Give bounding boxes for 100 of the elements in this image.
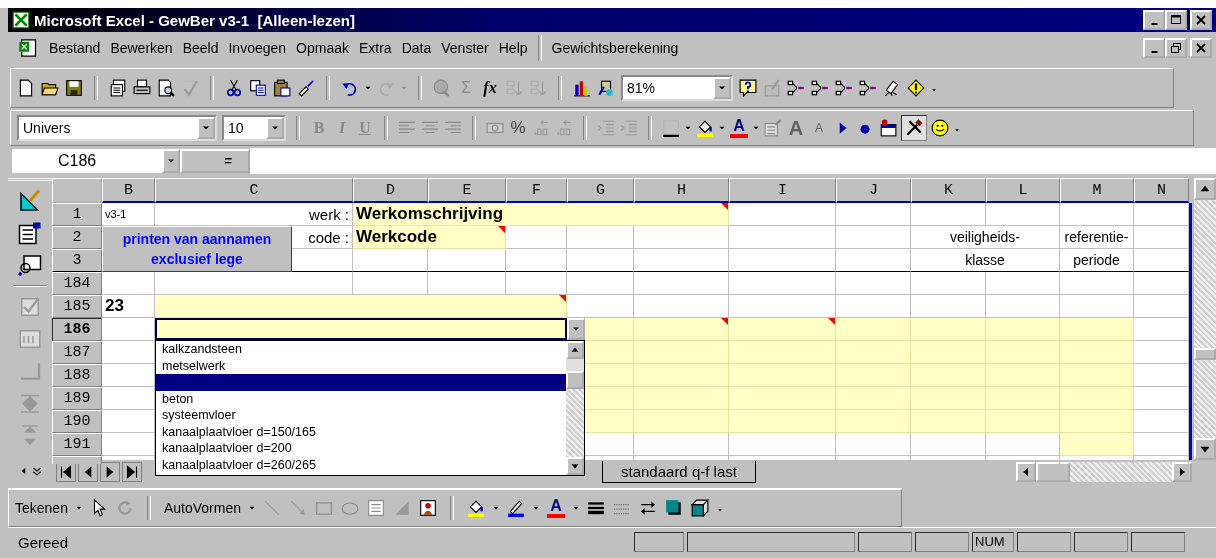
decimal-icon[interactable]	[555, 119, 573, 137]
function-button[interactable]: fx	[481, 79, 499, 97]
text-box-icon[interactable]	[367, 499, 385, 517]
input-cell[interactable]	[986, 341, 1060, 364]
smiley-icon[interactable]	[931, 119, 949, 137]
input-cell[interactable]	[836, 318, 911, 341]
row-header[interactable]: 189	[52, 387, 102, 410]
trace-icon[interactable]	[859, 79, 877, 97]
scroll-down-button[interactable]	[566, 457, 584, 475]
close-button[interactable]	[1190, 38, 1212, 58]
row-header[interactable]: 1	[52, 203, 102, 226]
menu-item[interactable]: Opmaak	[291, 40, 354, 56]
input-cell[interactable]: Werkcode	[353, 226, 506, 249]
row-header[interactable]: 185	[52, 295, 102, 318]
menu-item[interactable]: Bewerken	[105, 40, 178, 56]
input-cell[interactable]	[729, 318, 836, 341]
rotate-icon[interactable]	[115, 499, 134, 517]
list-option[interactable]: beton	[156, 390, 566, 407]
list-option[interactable]: metselwerk	[156, 357, 566, 374]
list-option[interactable]: kanaalplaatvloer d=150/165	[156, 423, 566, 440]
row-header[interactable]: 188	[52, 364, 102, 387]
menu-item[interactable]: Beeld	[177, 40, 224, 56]
select-all-button[interactable]	[52, 178, 102, 203]
input-cell[interactable]	[634, 410, 729, 433]
column-header[interactable]: L	[986, 178, 1060, 203]
clip-art-icon[interactable]	[419, 499, 437, 517]
line-style-icon[interactable]	[587, 499, 605, 517]
eraser-icon[interactable]	[883, 79, 901, 97]
input-cell[interactable]	[1060, 364, 1134, 387]
line-icon[interactable]	[263, 499, 281, 517]
print-preview-icon[interactable]	[157, 79, 175, 97]
border-icon[interactable]	[662, 119, 680, 137]
arrow-icon[interactable]	[289, 499, 307, 517]
scroll-right-button[interactable]	[1172, 462, 1192, 482]
rectangle-icon[interactable]	[315, 499, 333, 517]
paste-icon[interactable]	[273, 79, 291, 97]
input-cell[interactable]	[729, 364, 836, 387]
arrow-style-icon[interactable]	[639, 499, 657, 517]
shadow-icon[interactable]	[665, 499, 683, 517]
print-icon[interactable]	[133, 79, 151, 97]
row-header[interactable]: 191	[52, 433, 102, 456]
input-cell[interactable]	[1060, 387, 1134, 410]
menu-item[interactable]: Bestand	[44, 40, 106, 56]
sheet-tab[interactable]: standaard q-f last	[602, 461, 756, 483]
workbook-icon[interactable]	[18, 38, 38, 58]
chart-wizard-icon[interactable]	[763, 79, 781, 97]
help-icon[interactable]	[739, 79, 757, 97]
input-cell[interactable]	[1060, 410, 1134, 433]
menu-item[interactable]: Gewichtsberekening	[546, 40, 684, 56]
dropdown-button[interactable]	[567, 318, 585, 340]
bar-chart-icon[interactable]	[573, 79, 591, 97]
list-option[interactable]: kanaalplaatvloer d=200	[156, 440, 566, 457]
row-header[interactable]: 186	[52, 318, 102, 341]
name-box[interactable]: C186	[12, 149, 180, 173]
scroll-up-button[interactable]	[1194, 178, 1216, 200]
input-cell[interactable]	[1060, 318, 1134, 341]
menu-item[interactable]: Data	[396, 40, 437, 56]
row-header[interactable]: 184	[52, 272, 102, 295]
first-sheet-button[interactable]	[56, 462, 76, 482]
input-cell[interactable]	[836, 341, 911, 364]
calendar-icon[interactable]	[879, 119, 897, 137]
input-cell[interactable]	[911, 364, 986, 387]
column-header[interactable]: N	[1134, 178, 1189, 203]
column-header[interactable]: E	[428, 178, 506, 203]
input-cell[interactable]	[911, 387, 986, 410]
column-header[interactable]: I	[729, 178, 836, 203]
draw-menu-button[interactable]: Tekenen	[15, 500, 68, 516]
input-cell[interactable]	[911, 341, 986, 364]
column-header[interactable]: G	[567, 178, 634, 203]
input-cell[interactable]	[1060, 433, 1134, 456]
input-cell[interactable]	[986, 364, 1060, 387]
font-size-dropdown[interactable]: 10	[222, 115, 286, 141]
scroll-down-button[interactable]	[1194, 438, 1216, 460]
view-code-icon[interactable]	[18, 253, 42, 277]
input-cell[interactable]	[986, 387, 1060, 410]
brush-icon[interactable]	[297, 79, 315, 97]
font-color-button[interactable]: A	[730, 118, 748, 138]
restore-button[interactable]	[1165, 38, 1187, 58]
edit-formula-button[interactable]: =	[180, 149, 250, 173]
scroll-thumb[interactable]	[566, 371, 584, 389]
save-icon[interactable]	[65, 79, 83, 97]
input-cell[interactable]	[836, 410, 911, 433]
scroll-left-button[interactable]	[1016, 462, 1036, 482]
trace-icon[interactable]	[811, 79, 829, 97]
menu-item[interactable]: Venster	[436, 40, 494, 56]
indent-icon[interactable]	[597, 119, 615, 137]
input-cell[interactable]	[155, 295, 567, 318]
column-header[interactable]: B	[102, 178, 155, 203]
globe-icon[interactable]	[433, 79, 451, 97]
list-option[interactable]: kalkzandsteen	[156, 341, 566, 358]
column-header[interactable]: J	[836, 178, 911, 203]
column-header[interactable]: F	[506, 178, 567, 203]
menu-item[interactable]: Invoegen	[223, 40, 292, 56]
column-header[interactable]: H	[634, 178, 729, 203]
formula-input[interactable]	[250, 148, 1216, 174]
tools-icon[interactable]	[902, 116, 926, 140]
decimal-icon[interactable]	[532, 119, 550, 137]
input-cell[interactable]	[911, 410, 986, 433]
input-cell[interactable]	[986, 410, 1060, 433]
input-cell[interactable]	[836, 387, 911, 410]
